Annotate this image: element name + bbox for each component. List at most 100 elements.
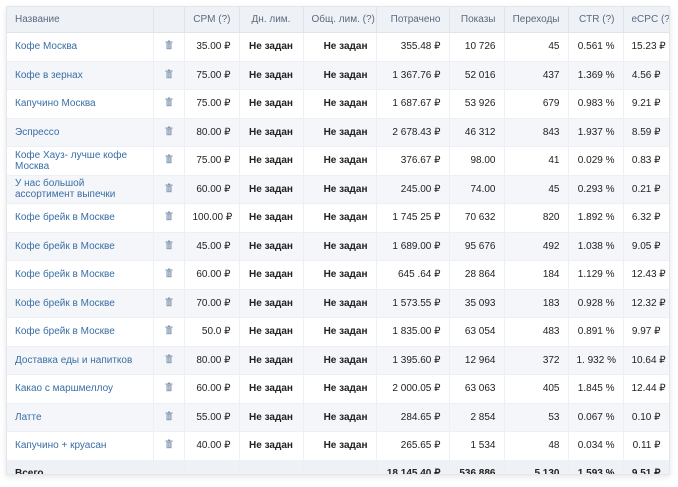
cpm-cell: 75.00 ₽: [184, 146, 240, 176]
header-total-limit[interactable]: Общ. лим. (?): [303, 7, 377, 33]
campaign-name-link[interactable]: Кофе Москва: [15, 41, 77, 52]
total-limit-cell[interactable]: Не задан: [303, 289, 377, 318]
header-name[interactable]: Название: [7, 7, 154, 33]
day-limit-cell[interactable]: Не задан: [239, 403, 304, 432]
total-limit-cell[interactable]: Не задан: [303, 374, 377, 404]
total-limit-cell[interactable]: Не задан: [303, 203, 377, 233]
day-limit-cell[interactable]: Не задан: [239, 175, 304, 204]
total-limit-cell[interactable]: Не задан: [303, 346, 377, 375]
total-ctr: 1.593 %: [568, 460, 624, 474]
day-limit-cell[interactable]: Не задан: [239, 32, 304, 62]
campaign-name-link[interactable]: Кофе брейк в Москве: [15, 269, 115, 280]
impressions-cell: 63 063: [449, 374, 505, 404]
campaign-name-link[interactable]: У нас большой ассортимент выпечки: [15, 178, 115, 200]
campaign-name-link[interactable]: Капучино + круасан: [15, 440, 106, 451]
day-limit-cell[interactable]: Не задан: [239, 289, 304, 318]
trash-icon[interactable]: [164, 126, 174, 136]
trash-icon[interactable]: [164, 240, 174, 250]
total-limit-cell[interactable]: Не задан: [303, 118, 377, 147]
day-limit-cell[interactable]: Не задан: [239, 118, 304, 147]
day-limit-cell[interactable]: Не задан: [239, 232, 304, 261]
total-limit-cell[interactable]: Не задан: [303, 175, 377, 204]
trash-icon[interactable]: [164, 297, 174, 307]
total-limit-cell[interactable]: Не задан: [303, 431, 377, 461]
trash-icon[interactable]: [164, 354, 174, 364]
total-limit-cell[interactable]: Не задан: [303, 146, 377, 176]
ecpc-cell: 15.23 ₽: [623, 32, 669, 62]
day-limit-cell[interactable]: Не задан: [239, 431, 304, 461]
day-limit-cell[interactable]: Не задан: [239, 260, 304, 290]
trash-icon[interactable]: [164, 268, 174, 278]
total-limit-cell[interactable]: Не задан: [303, 232, 377, 261]
ctr-cell: 0.034 %: [568, 431, 624, 461]
total-limit-cell[interactable]: Не задан: [303, 403, 377, 432]
header-day-limit[interactable]: Дн. лим.: [239, 7, 304, 33]
impressions-cell: 10 726: [449, 32, 505, 62]
cpm-cell: 60.00 ₽: [184, 260, 240, 290]
ecpc-cell: 9.05 ₽: [623, 232, 669, 261]
ctr-cell: 1.937 %: [568, 118, 624, 147]
impressions-cell: 1 534: [449, 431, 505, 461]
total-limit-cell[interactable]: Не задан: [303, 260, 377, 290]
campaign-name-link[interactable]: Кофе брейк в Москве: [15, 298, 115, 309]
cpm-cell: 60.00 ₽: [184, 175, 240, 204]
trash-icon[interactable]: [164, 69, 174, 79]
total-limit-cell[interactable]: Не задан: [303, 32, 377, 62]
day-limit-cell[interactable]: Не задан: [239, 61, 304, 90]
trash-icon[interactable]: [164, 154, 174, 164]
cpm-cell: 55.00 ₽: [184, 403, 240, 432]
day-limit-cell[interactable]: Не задан: [239, 317, 304, 347]
campaign-name-link[interactable]: Кофе в зернах: [15, 70, 83, 81]
header-spent[interactable]: Потрачено: [376, 7, 450, 33]
header-clicks[interactable]: Переходы: [504, 7, 569, 33]
campaign-name-link[interactable]: Кофе Хауз- лучше кофе Москва: [15, 150, 127, 172]
table-row: Капучино Москва 75.00 ₽ Не задан Не зада…: [7, 89, 669, 119]
trash-icon[interactable]: [164, 411, 174, 421]
trash-icon[interactable]: [164, 183, 174, 193]
day-limit-cell[interactable]: Не задан: [239, 374, 304, 404]
header-impressions[interactable]: Показы: [449, 7, 505, 33]
ecpc-cell: 6.32 ₽: [623, 203, 669, 233]
campaign-name-link[interactable]: Кофе брейк в Москве: [15, 241, 115, 252]
total-spent: 18 145,40 ₽: [376, 460, 450, 474]
ctr-cell: 1.845 %: [568, 374, 624, 404]
total-limit-cell[interactable]: Не задан: [303, 89, 377, 119]
day-limit-cell[interactable]: Не задан: [239, 346, 304, 375]
campaign-name-link[interactable]: Эспрессо: [15, 127, 59, 138]
ecpc-cell: 0.83 ₽: [623, 146, 669, 176]
day-limit-cell[interactable]: Не задан: [239, 146, 304, 176]
total-ecpc: 9.51 ₽: [623, 460, 669, 474]
campaign-name-link[interactable]: Кофе брейк в Москве: [15, 326, 115, 337]
trash-icon[interactable]: [164, 325, 174, 335]
ctr-cell: 0.983 %: [568, 89, 624, 119]
day-limit-cell[interactable]: Не задан: [239, 203, 304, 233]
spent-cell: 1 687.67 ₽: [376, 89, 450, 119]
ecpc-cell: 0.10 ₽: [623, 403, 669, 432]
header-ctr[interactable]: CTR (?): [568, 7, 624, 33]
header-ecpc[interactable]: eCPC (?): [623, 7, 669, 33]
cpm-cell: 35.00 ₽: [184, 32, 240, 62]
header-cpm[interactable]: CPM (?): [184, 7, 240, 33]
cpm-cell: 75.00 ₽: [184, 61, 240, 90]
impressions-cell: 46 312: [449, 118, 505, 147]
campaign-name-link[interactable]: Какао с маршмеллоу: [15, 383, 113, 394]
trash-icon[interactable]: [164, 439, 174, 449]
ctr-cell: 0.561 %: [568, 32, 624, 62]
trash-icon[interactable]: [164, 211, 174, 221]
day-limit-cell[interactable]: Не задан: [239, 89, 304, 119]
campaign-name-link[interactable]: Латте: [15, 412, 42, 423]
total-limit-cell[interactable]: Не задан: [303, 61, 377, 90]
campaign-name-link[interactable]: Кофе брейк в Москве: [15, 212, 115, 223]
clicks-cell: 183: [504, 289, 569, 318]
table-row: Эспрессо 80.00 ₽ Не задан Не задан 2 678…: [7, 118, 669, 147]
ecpc-cell: 4.56 ₽: [623, 61, 669, 90]
trash-icon[interactable]: [164, 40, 174, 50]
campaigns-table: Название CPM (?) Дн. лим. Общ. лим. (?) …: [7, 7, 669, 474]
trash-icon[interactable]: [164, 97, 174, 107]
trash-icon[interactable]: [164, 382, 174, 392]
total-limit-cell[interactable]: Не задан: [303, 317, 377, 347]
ecpc-cell: 12.43 ₽: [623, 260, 669, 290]
ctr-cell: 0.891 %: [568, 317, 624, 347]
campaign-name-link[interactable]: Капучино Москва: [15, 98, 96, 109]
campaign-name-link[interactable]: Доставка еды и напитков: [15, 355, 132, 366]
